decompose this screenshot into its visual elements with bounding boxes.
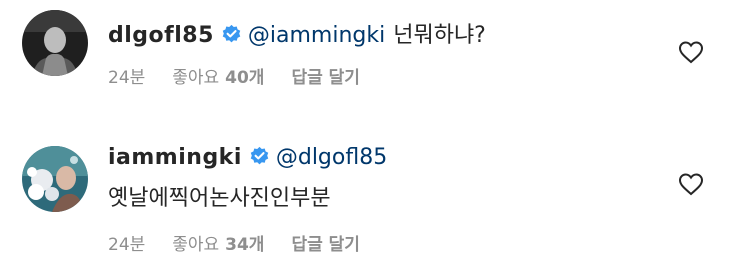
- likes-count-button[interactable]: 좋아요 40개: [172, 68, 264, 88]
- like-heart-icon[interactable]: [678, 172, 704, 196]
- comment-item: iammingki @dlgofl85 옛날에찍어논사진인부분 24분 좋아요 3…: [0, 140, 750, 270]
- mention-link[interactable]: @iammingki: [248, 23, 385, 48]
- likes-number: 34개: [225, 235, 265, 255]
- verified-badge-icon: [250, 146, 269, 165]
- comment-text: 옛날에찍어논사진인부분: [108, 186, 331, 211]
- reply-button[interactable]: 답글 달기: [291, 235, 359, 255]
- likes-label: 좋아요: [172, 68, 220, 88]
- mention-link[interactable]: @dlgofl85: [276, 145, 387, 170]
- comment-text: 넌뭐하냐?: [393, 23, 486, 48]
- comment-item: dlgofl85 @iammingki 넌뭐하냐? 24분 좋아요 40개 답글 달기: [0, 0, 750, 130]
- likes-label: 좋아요: [172, 235, 220, 255]
- avatar[interactable]: [22, 146, 88, 212]
- likes-number: 40개: [225, 68, 265, 88]
- comment-time[interactable]: 24분: [108, 68, 145, 88]
- username-link[interactable]: dlgofl85: [108, 23, 214, 48]
- reply-button[interactable]: 답글 달기: [291, 68, 359, 88]
- likes-count-button[interactable]: 좋아요 34개: [172, 235, 264, 255]
- avatar-photo: [22, 10, 88, 76]
- comment-meta: 24분 좋아요 34개 답글 달기: [108, 230, 387, 255]
- like-heart-icon[interactable]: [678, 40, 704, 64]
- comment-time[interactable]: 24분: [108, 235, 145, 255]
- avatar-photo: [22, 146, 88, 212]
- verified-badge-icon: [222, 24, 241, 43]
- comment-header: iammingki @dlgofl85: [108, 145, 387, 170]
- username-link[interactable]: iammingki: [108, 145, 242, 170]
- comment-header: dlgofl85 @iammingki 넌뭐하냐?: [108, 17, 486, 49]
- avatar[interactable]: [22, 10, 88, 76]
- comment-meta: 24분 좋아요 40개 답글 달기: [108, 63, 387, 88]
